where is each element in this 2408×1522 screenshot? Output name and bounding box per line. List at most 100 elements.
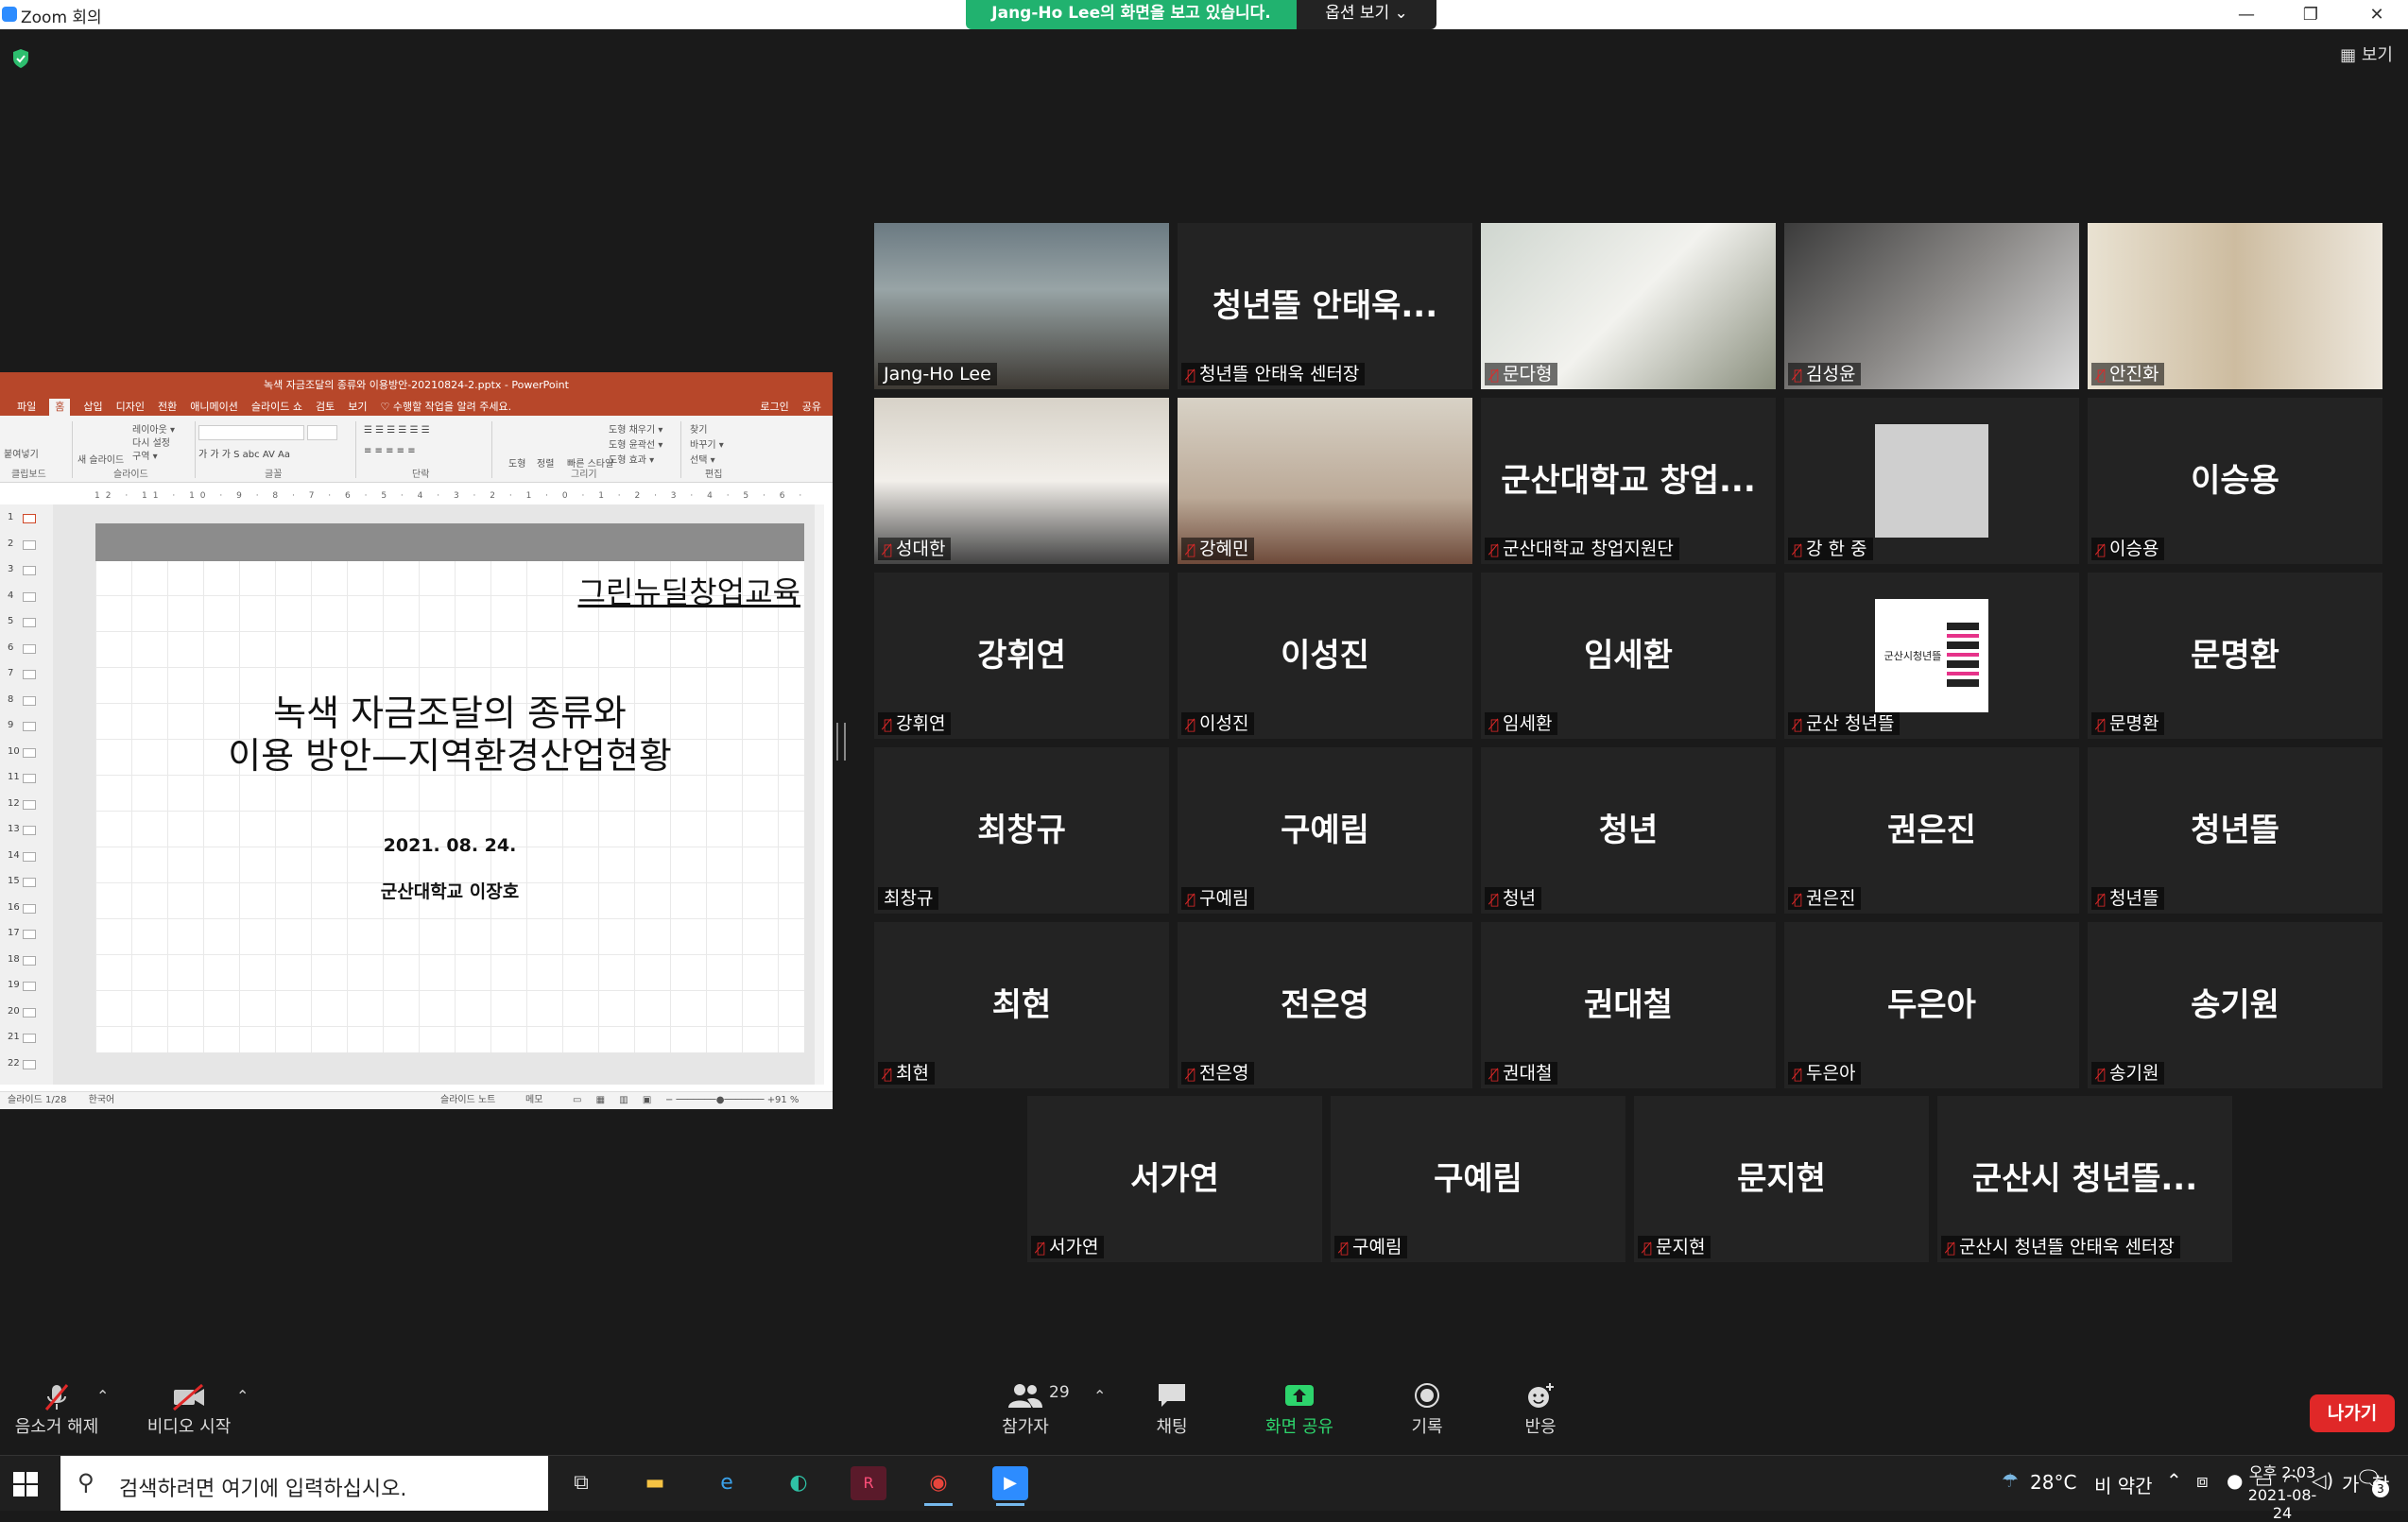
shared-screen-powerpoint[interactable]: 녹색 자금조달의 종류와 이용방안-20210824-2.pptx - Powe… — [0, 372, 833, 1109]
participant-tile[interactable]: 최창규 최창규 — [874, 747, 1169, 914]
weather-temp[interactable]: 28°C — [2030, 1471, 2076, 1494]
slide-thumbnail[interactable] — [23, 1007, 36, 1018]
participant-tile[interactable]: 구예림 🎙̸ 구예림 — [1331, 1096, 1625, 1262]
internet-explorer-icon[interactable]: e — [709, 1466, 745, 1500]
participants-options-chevron-icon[interactable]: ⌃ — [1093, 1387, 1106, 1405]
replace-button[interactable]: 바꾸기 ▾ — [690, 436, 724, 451]
slide-thumbnail[interactable] — [23, 903, 36, 914]
taskbar-search[interactable]: ⚲ 검색하려면 여기에 입력하십시오. — [60, 1456, 548, 1511]
slide-thumbnail[interactable] — [23, 618, 36, 627]
find-button[interactable]: 찾기 — [690, 421, 707, 436]
arrange-button[interactable]: 정렬 — [537, 455, 554, 470]
shapes-button[interactable]: 도형 — [508, 455, 525, 470]
audio-options-chevron-icon[interactable]: ⌃ — [96, 1387, 109, 1405]
unmute-button[interactable]: 음소거 해제 — [9, 1381, 104, 1438]
ppt-menu-item[interactable]: 파일 — [17, 399, 36, 416]
minimize-button[interactable]: — — [2217, 0, 2276, 29]
slide-thumbnail[interactable] — [23, 1034, 36, 1043]
chrome-icon[interactable]: ◉ — [920, 1466, 956, 1506]
encryption-shield-icon[interactable] — [11, 48, 30, 69]
split-view-handle[interactable] — [836, 723, 846, 761]
zoom-taskbar-icon[interactable]: ▶ — [992, 1466, 1028, 1506]
view-mode-buttons[interactable]: ▭ ▦ ▥ ▣ — [573, 1092, 657, 1109]
clock[interactable]: 오후 2:03 2021-08-24 — [2240, 1460, 2325, 1522]
edge-icon[interactable]: ◐ — [781, 1466, 817, 1500]
task-view-icon[interactable]: ⧉ — [563, 1466, 599, 1500]
ppt-menu-item[interactable]: 슬라이드 쇼 — [251, 399, 302, 416]
maximize-button[interactable]: ❐ — [2281, 0, 2340, 29]
slide-thumbnail[interactable] — [23, 722, 36, 731]
reactions-button[interactable]: 반응 — [1512, 1381, 1569, 1438]
slide-thumbnail[interactable] — [23, 982, 36, 991]
participant-tile[interactable]: 군산시청년뜰 🎙̸ 군산 청년뜰 — [1784, 573, 2079, 739]
view-options-button[interactable]: 옵션 보기 ⌄ — [1297, 0, 1436, 29]
view-button[interactable]: ▦ 보기 — [2340, 42, 2393, 66]
slide-thumbnail[interactable] — [23, 643, 36, 654]
slide-thumbnail[interactable] — [23, 695, 36, 706]
participant-tile[interactable]: 🎙̸ 강혜민 — [1178, 398, 1472, 564]
participant-tile[interactable]: 강휘연 🎙̸ 강휘연 — [874, 573, 1169, 739]
participant-tile[interactable]: 청년 🎙̸ 청년 — [1481, 747, 1776, 914]
reset-button[interactable]: 다시 설정 — [132, 435, 170, 449]
participant-tile[interactable]: 군산시 청년뜰... 🎙̸ 군산시 청년뜰 안태욱 센터장 — [1937, 1096, 2232, 1262]
windows-start-icon[interactable] — [13, 1472, 38, 1496]
participant-tile[interactable]: 🎙̸ 김성윤 — [1784, 223, 2079, 389]
layout-button[interactable]: 레이아웃 ▾ — [132, 421, 175, 436]
comments-button[interactable]: 메모 — [525, 1092, 542, 1109]
tray-chevron-icon[interactable]: ⌃ — [2166, 1469, 2182, 1492]
slide-thumbnail[interactable] — [23, 514, 36, 523]
ppt-menu-item[interactable]: 홈 — [49, 399, 71, 416]
app-icon[interactable]: R — [851, 1466, 886, 1500]
font-format-buttons[interactable]: 가 가 가 S abc AV Aa — [198, 446, 331, 460]
participant-tile[interactable]: 이승용 🎙̸ 이승용 — [2088, 398, 2382, 564]
slide-thumbnail[interactable] — [23, 930, 36, 939]
ppt-menu-item[interactable]: 애니메이션 — [190, 399, 238, 416]
ppt-tell-me[interactable]: ♡ 수행할 작업을 알려 주세요. — [380, 399, 511, 416]
participant-tile[interactable]: 권대철 🎙̸ 권대철 — [1481, 922, 1776, 1088]
slide-thumbnail[interactable] — [23, 747, 36, 758]
zoom-level[interactable]: 91 % — [775, 1092, 799, 1109]
font-select[interactable] — [198, 425, 304, 440]
paste-button[interactable]: 붙여넣기 — [4, 446, 39, 460]
slide-thumbnail[interactable] — [23, 591, 36, 602]
participant-tile[interactable]: 송기원 🎙̸ 송기원 — [2088, 922, 2382, 1088]
ppt-menu-item[interactable]: 검토 — [316, 399, 335, 416]
participant-tile[interactable]: 군산대학교 창업... 🎙̸ 군산대학교 창업지원단 — [1481, 398, 1776, 564]
slide-thumbnail[interactable] — [23, 539, 36, 550]
participant-tile[interactable]: 임세환 🎙̸ 임세환 — [1481, 573, 1776, 739]
file-explorer-icon[interactable]: ▬ — [637, 1466, 673, 1500]
participant-tile[interactable]: Jang-Ho Lee — [874, 223, 1169, 389]
participant-tile[interactable]: 권은진 🎙̸ 권은진 — [1784, 747, 2079, 914]
slide-thumbnail[interactable] — [23, 851, 36, 862]
weather-icon[interactable]: ☂ — [2002, 1469, 2019, 1492]
chat-button[interactable]: 채팅 — [1144, 1381, 1200, 1438]
shape-fill-button[interactable]: 도형 채우기 ▾ — [609, 421, 662, 436]
section-button[interactable]: 구역 ▾ — [132, 448, 158, 462]
notes-button[interactable]: 슬라이드 노트 — [440, 1092, 495, 1109]
share-screen-button[interactable]: 화면 공유 — [1257, 1381, 1342, 1438]
video-options-chevron-icon[interactable]: ⌃ — [236, 1387, 249, 1405]
start-video-button[interactable]: 비디오 시작 — [142, 1381, 236, 1438]
slide-thumbnail[interactable] — [23, 878, 36, 887]
participant-tile[interactable]: 구예림 🎙̸ 구예림 — [1178, 747, 1472, 914]
tray-app-icon[interactable]: ⧈ — [2196, 1469, 2209, 1492]
participant-tile[interactable]: 전은영 🎙̸ 전은영 — [1178, 922, 1472, 1088]
slide-thumbnail[interactable] — [23, 826, 36, 835]
paragraph-buttons[interactable]: ☰ ☰ ☰ ☰ ☰ ☰ — [364, 425, 477, 438]
slide-thumbnail[interactable] — [23, 799, 36, 810]
select-button[interactable]: 선택 ▾ — [690, 452, 715, 466]
slide-thumbnail[interactable] — [23, 670, 36, 679]
ppt-login[interactable]: 로그인 — [760, 399, 788, 416]
ppt-menu-item[interactable]: 전환 — [158, 399, 177, 416]
slide-thumbnails[interactable]: 1 2 3 4 5 6 7 8 9 10 11 12 13 14 15 16 17 18 19 20 21 22 — [0, 504, 54, 1085]
participant-tile[interactable]: 문지현 🎙̸ 문지현 — [1634, 1096, 1929, 1262]
ppt-menu-item[interactable]: 삽입 — [83, 399, 102, 416]
close-button[interactable]: ✕ — [2348, 0, 2406, 29]
leave-button[interactable]: 나가기 — [2310, 1394, 2395, 1432]
record-button[interactable]: 기록 — [1399, 1381, 1455, 1438]
participant-tile[interactable]: 서가연 🎙̸ 서가연 — [1027, 1096, 1322, 1262]
participant-tile[interactable]: 청년뜰 안태욱... 🎙̸ 청년뜰 안태욱 센터장 — [1178, 223, 1472, 389]
participant-tile[interactable]: 🎙̸ 성대한 — [874, 398, 1169, 564]
weather-text[interactable]: 비 약간 — [2094, 1471, 2153, 1498]
shape-outline-button[interactable]: 도형 윤곽선 ▾ — [609, 436, 662, 451]
